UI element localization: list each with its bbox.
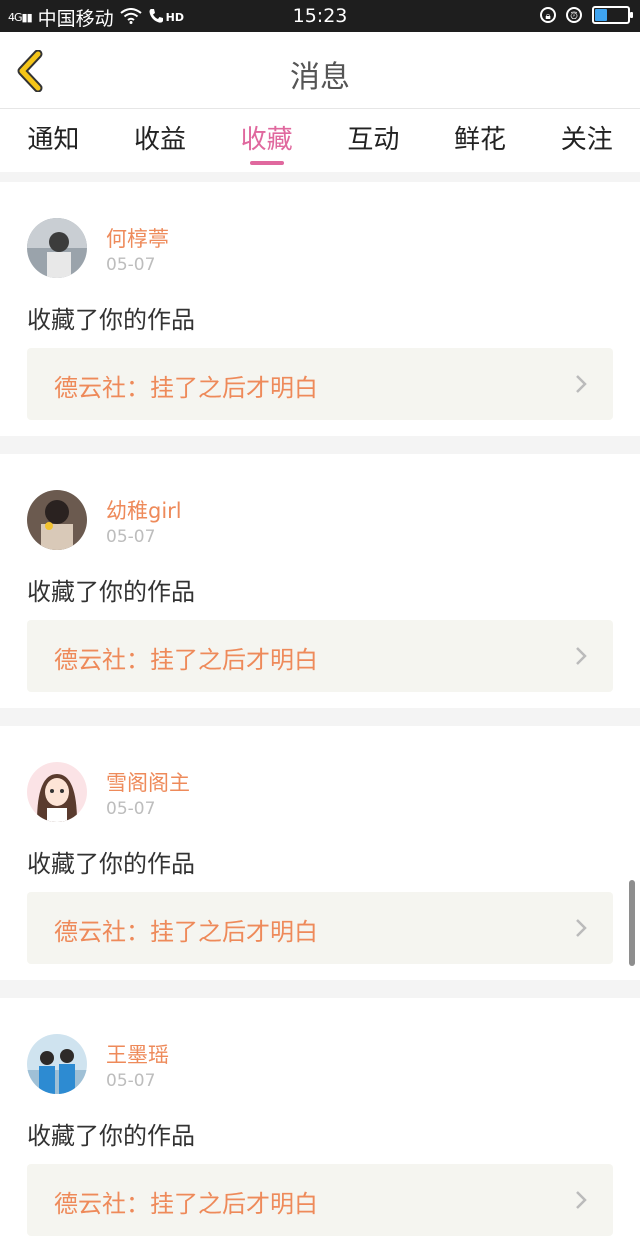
avatar[interactable] [27, 490, 87, 550]
message-item: 何椁葶 05-07 收藏了你的作品 德云社：挂了之后才明白 [0, 182, 640, 436]
message-item: 幼稚girl 05-07 收藏了你的作品 德云社：挂了之后才明白 [0, 454, 640, 708]
message-date: 05-07 [106, 799, 156, 819]
chevron-right-icon [576, 647, 587, 665]
avatar[interactable] [27, 762, 87, 822]
header: 消息 [0, 32, 640, 109]
message-item: 王墨瑶 05-07 收藏了你的作品 德云社：挂了之后才明白 [0, 998, 640, 1252]
tab-earnings[interactable]: 收益 [107, 109, 214, 172]
work-link[interactable]: 德云社：挂了之后才明白 [27, 348, 613, 420]
work-title: 德云社：挂了之后才明白 [54, 1190, 318, 1218]
page-title: 消息 [290, 60, 350, 95]
tab-interactions[interactable]: 互动 [320, 109, 427, 172]
message-list: 何椁葶 05-07 收藏了你的作品 德云社：挂了之后才明白 幼稚girl 05-… [0, 172, 640, 1252]
message-text: 收藏了你的作品 [27, 850, 195, 878]
scrollbar[interactable] [629, 880, 635, 966]
avatar[interactable] [27, 218, 87, 278]
work-title: 德云社：挂了之后才明白 [54, 918, 318, 946]
tab-notifications[interactable]: 通知 [0, 109, 107, 172]
message-text: 收藏了你的作品 [27, 1122, 195, 1150]
message-date: 05-07 [106, 1071, 156, 1091]
status-bar: 4G▮▮ 中国移动 HD 15:23 🔒︎ ⏰︎ [0, 0, 640, 32]
lock-icon: 🔒︎ [540, 7, 556, 23]
message-date: 05-07 [106, 527, 156, 547]
tab-bar: 通知 收益 收藏 互动 鲜花 关注 [0, 109, 640, 172]
work-link[interactable]: 德云社：挂了之后才明白 [27, 892, 613, 964]
user-name[interactable]: 何椁葶 [106, 223, 169, 253]
status-right: 🔒︎ ⏰︎ [540, 6, 633, 24]
message-text: 收藏了你的作品 [27, 306, 195, 334]
user-name[interactable]: 雪阁阁主 [106, 767, 190, 797]
work-link[interactable]: 德云社：挂了之后才明白 [27, 620, 613, 692]
tab-flowers[interactable]: 鲜花 [427, 109, 534, 172]
user-name[interactable]: 王墨瑶 [106, 1039, 169, 1069]
message-text: 收藏了你的作品 [27, 578, 195, 606]
battery-level [595, 9, 607, 21]
back-button[interactable] [14, 49, 54, 93]
chevron-right-icon [576, 375, 587, 393]
work-title: 德云社：挂了之后才明白 [54, 374, 318, 402]
chevron-left-icon [17, 49, 43, 93]
user-name[interactable]: 幼稚girl [106, 495, 182, 525]
battery-icon [592, 6, 633, 24]
tab-favorites[interactable]: 收藏 [213, 109, 320, 172]
avatar[interactable] [27, 1034, 87, 1094]
alarm-icon: ⏰︎ [566, 7, 582, 23]
message-date: 05-07 [106, 255, 156, 275]
work-link[interactable]: 德云社：挂了之后才明白 [27, 1164, 613, 1236]
tab-follows[interactable]: 关注 [533, 109, 640, 172]
chevron-right-icon [576, 1191, 587, 1209]
work-title: 德云社：挂了之后才明白 [54, 646, 318, 674]
message-item: 雪阁阁主 05-07 收藏了你的作品 德云社：挂了之后才明白 [0, 726, 640, 980]
chevron-right-icon [576, 919, 587, 937]
